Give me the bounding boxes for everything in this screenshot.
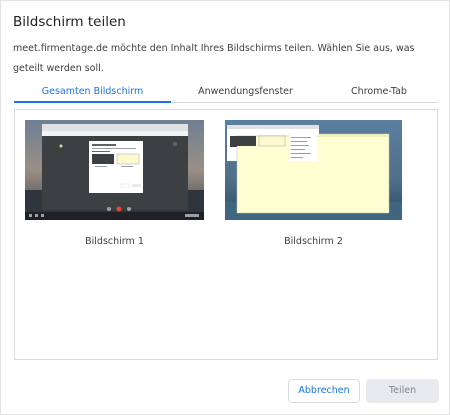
cancel-button[interactable]: Abbrechen (288, 379, 360, 403)
screen-1-thumbnail (25, 120, 204, 220)
share-button[interactable]: Teilen (366, 379, 439, 403)
screen-2-preview-image (225, 120, 402, 220)
tab-application-window[interactable]: Anwendungsfenster (171, 84, 320, 102)
dialog-message: meet.firmentage.de möchte den Inhalt Ihr… (13, 43, 415, 74)
screen-option-2[interactable]: Bildschirm 2 (225, 120, 405, 255)
screen-1-label: Bildschirm 1 (85, 236, 144, 247)
source-tabs: Gesamten Bildschirm Anwendungsfenster Ch… (14, 84, 438, 103)
tab-entire-screen[interactable]: Gesamten Bildschirm (14, 84, 171, 103)
tab-chrome-tab[interactable]: Chrome-Tab (320, 84, 438, 102)
dialog-title: Bildschirm teilen (13, 14, 126, 30)
screen-1-preview-image (25, 120, 204, 220)
screen-2-thumbnail (225, 120, 402, 220)
source-list-panel: Bildschirm 1 Bildschirm 2 (14, 109, 438, 360)
screen-option-1[interactable]: Bildschirm 1 (25, 120, 205, 255)
screen-2-label: Bildschirm 2 (284, 236, 343, 247)
share-screen-dialog: Bildschirm teilen meet.firmentage.de möc… (0, 0, 450, 415)
